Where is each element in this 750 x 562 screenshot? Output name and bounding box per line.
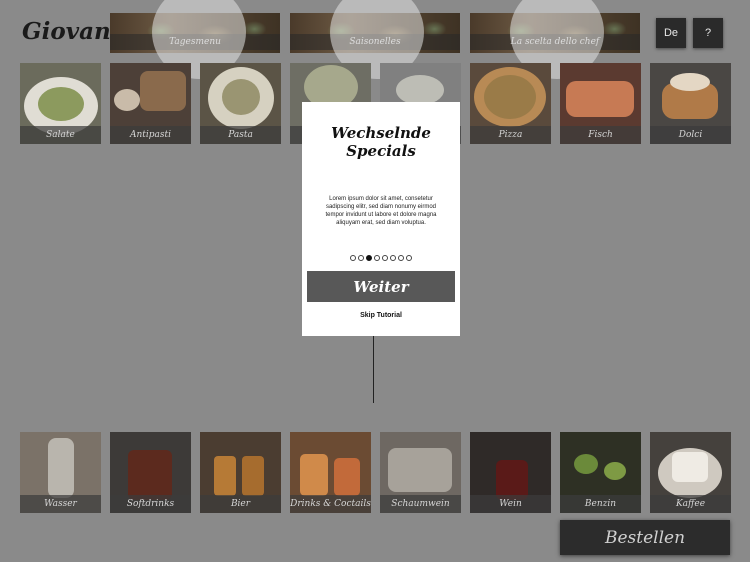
step-dot[interactable] (358, 255, 364, 261)
step-dot[interactable] (390, 255, 396, 261)
drink-photo (128, 450, 172, 500)
order-button[interactable]: Bestellen (560, 520, 730, 555)
category-tile-benzin[interactable]: Benzin (560, 432, 641, 513)
category-tile-pizza[interactable]: Pizza (470, 63, 551, 144)
drink-photo-detail (604, 462, 626, 480)
category-tile-bier[interactable]: Bier (200, 432, 281, 513)
category-tile-drinks-coctails[interactable]: Drinks & Coctails (290, 432, 371, 513)
drink-photo-detail (242, 456, 264, 496)
skip-tutorial-link[interactable]: Skip Tutorial (302, 312, 460, 319)
category-tile-pasta[interactable]: Pasta (200, 63, 281, 144)
category-label: Wein (470, 495, 551, 513)
category-tile-softdrinks[interactable]: Softdrinks (110, 432, 191, 513)
food-photo-detail (670, 73, 710, 91)
drink-photo-detail (334, 458, 360, 496)
category-label: Pizza (470, 126, 551, 144)
tutorial-title: Wechselnde Specials (331, 124, 431, 160)
drink-photo-detail (672, 452, 708, 482)
category-tile-salate[interactable]: Salate (20, 63, 101, 144)
category-tile-wein[interactable]: Wein (470, 432, 551, 513)
category-label: Wasser (20, 495, 101, 513)
help-button[interactable]: ? (693, 18, 723, 48)
category-label: Antipasti (110, 126, 191, 144)
category-tile-wasser[interactable]: Wasser (20, 432, 101, 513)
tutorial-body: Lorem ipsum dolor sit amet, consetetur s… (325, 196, 437, 226)
language-button[interactable]: De (656, 18, 686, 48)
category-label: Drinks & Coctails (290, 495, 371, 513)
drink-photo (496, 460, 528, 500)
category-tile-fisch[interactable]: Fisch (560, 63, 641, 144)
food-photo-detail (38, 87, 84, 121)
step-dot[interactable] (406, 255, 412, 261)
category-tile-antipasti[interactable]: Antipasti (110, 63, 191, 144)
tutorial-pointer-line (373, 336, 374, 403)
category-tile-kaffee[interactable]: Kaffee (650, 432, 731, 513)
drink-photo (300, 454, 328, 496)
category-label: Schaumwein (380, 495, 461, 513)
category-label: Kaffee (650, 495, 731, 513)
food-photo (140, 71, 186, 111)
category-label: Softdrinks (110, 495, 191, 513)
category-label: Salate (20, 126, 101, 144)
drink-photo (214, 456, 236, 496)
food-photo-detail (222, 79, 260, 115)
drink-photo (48, 438, 74, 498)
step-dot[interactable] (382, 255, 388, 261)
food-photo-detail (484, 75, 536, 119)
tutorial-dialog: Wechselnde Specials Lorem ipsum dolor si… (302, 102, 460, 336)
drink-photo (388, 448, 452, 492)
category-label: Bier (200, 495, 281, 513)
category-tile-schaumwein[interactable]: Schaumwein (380, 432, 461, 513)
category-tile-dolci[interactable]: Dolci (650, 63, 731, 144)
category-label: Dolci (650, 126, 731, 144)
category-label: Benzin (560, 495, 641, 513)
step-dot[interactable] (398, 255, 404, 261)
category-label: Pasta (200, 126, 281, 144)
food-photo (396, 75, 444, 105)
step-dot[interactable] (350, 255, 356, 261)
category-label: Fisch (560, 126, 641, 144)
drink-photo (574, 454, 598, 474)
food-photo (566, 81, 634, 117)
tutorial-step-indicator (302, 255, 460, 261)
next-button[interactable]: Weiter (307, 271, 455, 302)
step-dot[interactable] (374, 255, 380, 261)
step-dot-active[interactable] (366, 255, 372, 261)
food-photo-detail (114, 89, 140, 111)
